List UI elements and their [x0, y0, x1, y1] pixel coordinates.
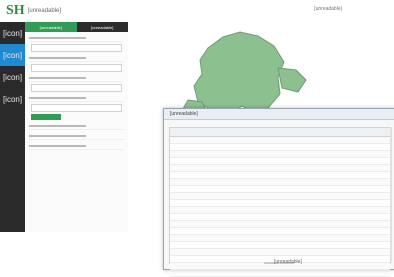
panel-action-button[interactable]: [31, 114, 61, 120]
table-row[interactable]: [170, 200, 390, 207]
panel-row[interactable]: [29, 54, 124, 62]
panel-row[interactable]: [29, 142, 124, 150]
table-row[interactable]: [170, 144, 390, 151]
map-region: [193, 31, 285, 117]
app-root: SH [unreadable] [unreadable] [icon] [icon…: [0, 0, 394, 277]
panel-row[interactable]: [29, 132, 124, 140]
popup-title: [unreadable]: [170, 111, 198, 117]
rail-item-3-icon[interactable]: [icon]: [0, 66, 25, 88]
rail-item-4-icon[interactable]: [icon]: [0, 88, 25, 110]
table-row[interactable]: [170, 158, 390, 165]
table-row[interactable]: [170, 137, 390, 144]
table-scrollbar[interactable]: [390, 127, 392, 262]
table-row[interactable]: [170, 235, 390, 242]
panel-field[interactable]: [31, 104, 122, 112]
top-right-link[interactable]: [unreadable]: [314, 6, 342, 12]
panel-row-line: [29, 96, 86, 99]
rail-item-1-icon[interactable]: [icon]: [0, 22, 25, 44]
table-row[interactable]: [170, 193, 390, 200]
top-bar: SH [unreadable] [unreadable]: [0, 0, 350, 23]
popup-titlebar: [unreadable]: [164, 109, 394, 120]
panel-tabs: [unreadable] [unreadable]: [25, 22, 128, 32]
pager[interactable]: [unreadable]: [169, 259, 389, 266]
panel-row[interactable]: [29, 74, 124, 82]
table-row[interactable]: [170, 179, 390, 186]
left-panel: [unreadable] [unreadable]: [25, 22, 129, 232]
logo: SH [unreadable]: [6, 3, 61, 19]
table-row[interactable]: [170, 214, 390, 221]
app-title: [unreadable]: [27, 8, 62, 14]
panel-row-line: [29, 144, 86, 147]
left-rail: [icon] [icon] [icon] [icon]: [0, 22, 25, 232]
table-row[interactable]: [170, 270, 390, 277]
panel-row-line: [29, 124, 86, 127]
panel-row[interactable]: [29, 94, 124, 102]
table-row[interactable]: [170, 172, 390, 179]
table-body: [170, 137, 390, 277]
panel-tab-2[interactable]: [unreadable]: [76, 22, 128, 32]
panel-row-line: [29, 56, 86, 59]
rail-item-2-icon[interactable]: [icon]: [0, 44, 25, 66]
table-row[interactable]: [170, 207, 390, 214]
table-row[interactable]: [170, 186, 390, 193]
panel-field[interactable]: [31, 64, 122, 72]
popup-window: [unreadable] [unreadable]: [163, 108, 394, 277]
pager-text: [unreadable]: [274, 259, 302, 265]
table-row[interactable]: [170, 151, 390, 158]
panel-tab-1[interactable]: [unreadable]: [25, 22, 77, 32]
logo-mark: SH: [6, 3, 25, 19]
map-region-3: [277, 67, 307, 93]
table-row[interactable]: [170, 221, 390, 228]
panel-field[interactable]: [31, 44, 122, 52]
panel-row[interactable]: [29, 122, 124, 130]
panel-row[interactable]: [29, 34, 124, 42]
panel-row-line: [29, 36, 86, 39]
table-row[interactable]: [170, 165, 390, 172]
table-row[interactable]: [170, 242, 390, 249]
panel-row-line: [29, 76, 86, 79]
data-table: [169, 127, 391, 277]
panel-row-line: [29, 134, 86, 137]
table-row[interactable]: [170, 249, 390, 256]
table-header: [170, 128, 390, 137]
panel-field[interactable]: [31, 84, 122, 92]
table-row[interactable]: [170, 228, 390, 235]
